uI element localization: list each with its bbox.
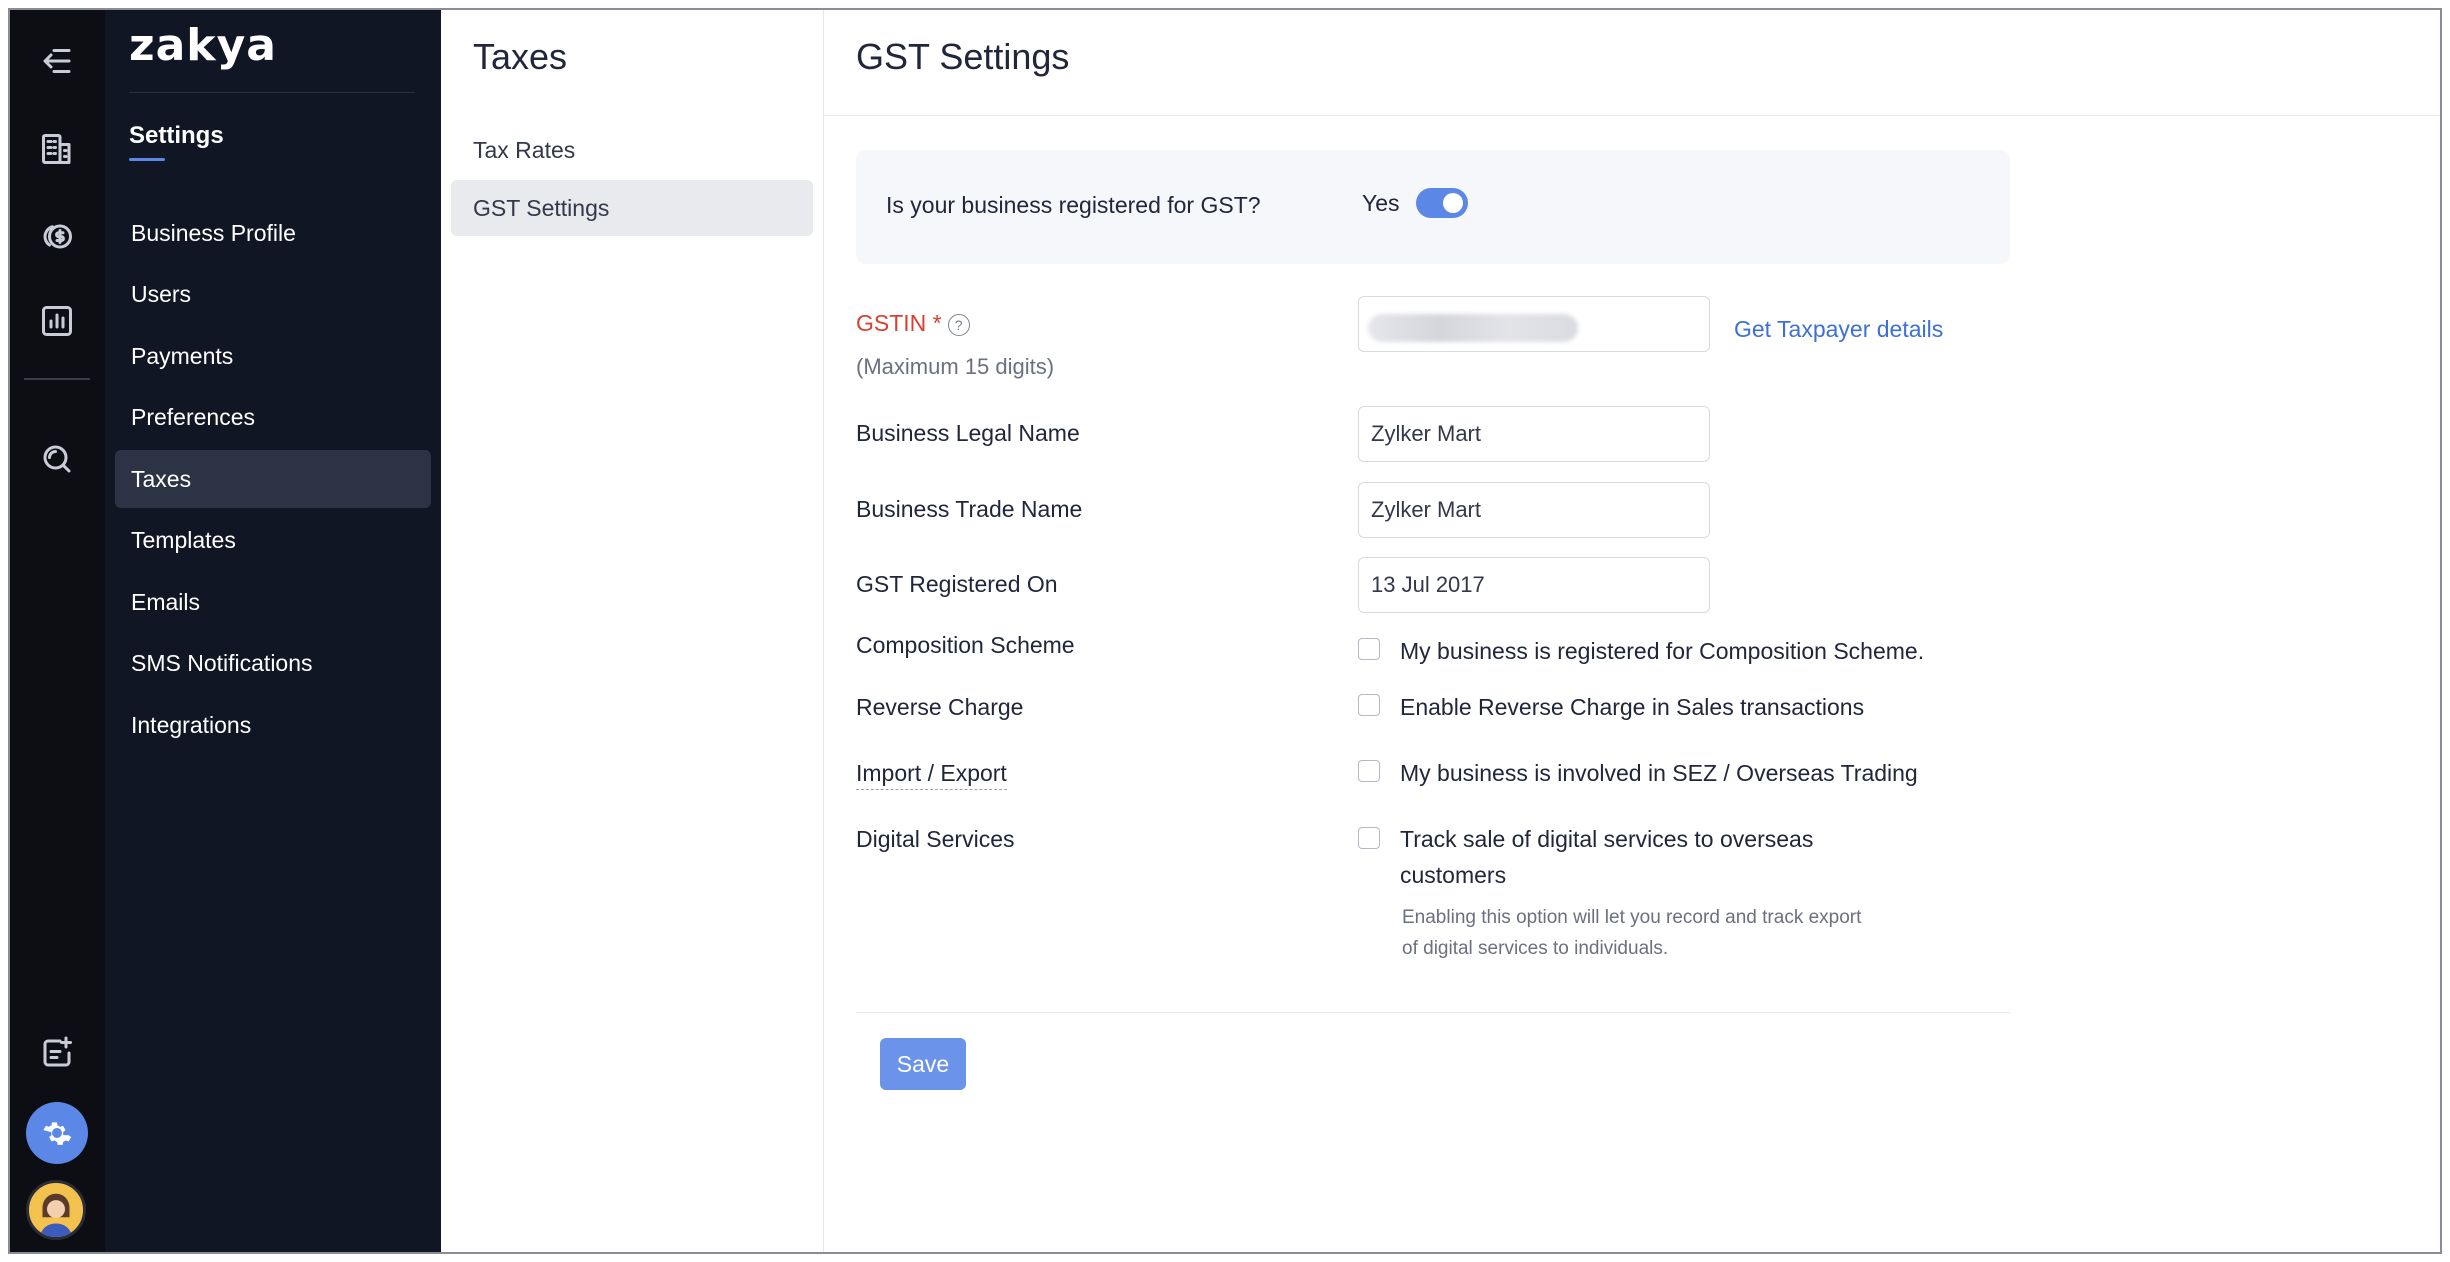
icon-rail xyxy=(10,10,105,1252)
legal-name-label: Business Legal Name xyxy=(856,420,1080,446)
trade-name-label: Business Trade Name xyxy=(856,496,1083,522)
composition-scheme-label: Composition Scheme xyxy=(856,632,1075,658)
import-export-label: Import / Export xyxy=(856,760,1007,790)
sidebar-item-templates[interactable]: Templates xyxy=(115,512,431,570)
gstin-hint: (Maximum 15 digits) xyxy=(856,354,1055,379)
compose-icon[interactable] xyxy=(26,1022,88,1084)
sidebar-item-business-profile[interactable]: Business Profile xyxy=(115,204,431,262)
subnav-title: Taxes xyxy=(473,36,568,77)
trade-name-input[interactable] xyxy=(1358,482,1710,538)
sidebar-item-taxes[interactable]: Taxes xyxy=(115,450,431,508)
subnav-item-tax-rates[interactable]: Tax Rates xyxy=(451,122,813,178)
collapse-menu-icon[interactable] xyxy=(26,30,88,92)
sidebar-menu: Business Profile Users Payments Preferen… xyxy=(115,204,431,758)
sidebar-item-emails[interactable]: Emails xyxy=(115,573,431,631)
app-window: zakya Settings Business Profile Users Pa… xyxy=(8,8,2442,1254)
user-avatar[interactable] xyxy=(26,1180,86,1240)
registered-on-label: GST Registered On xyxy=(856,571,1058,597)
rail-divider xyxy=(24,378,90,380)
gstin-label-text: GSTIN * xyxy=(856,310,942,336)
import-export-option: My business is involved in SEZ / Oversea… xyxy=(1400,760,1918,786)
digital-services-option-line2: customers xyxy=(1400,862,1507,888)
coin-stack-icon[interactable] xyxy=(26,204,88,266)
get-taxpayer-details-link[interactable]: Get Taxpayer details xyxy=(1734,316,1943,343)
digital-services-help-line1: Enabling this option will let you record… xyxy=(1402,907,1862,928)
digital-services-checkbox[interactable] xyxy=(1358,827,1380,849)
chart-icon[interactable] xyxy=(26,290,88,352)
main-content: GST Settings Is your business registered… xyxy=(824,10,2440,1252)
footer-divider xyxy=(856,1012,2010,1013)
settings-sidebar: zakya Settings Business Profile Users Pa… xyxy=(105,10,441,1252)
import-export-checkbox[interactable] xyxy=(1358,760,1380,782)
building-icon[interactable] xyxy=(26,118,88,180)
gst-registered-toggle[interactable] xyxy=(1416,188,1468,218)
toggle-knob xyxy=(1443,193,1463,213)
composition-scheme-checkbox[interactable] xyxy=(1358,638,1380,660)
gst-registration-card: Is your business registered for GST? Yes xyxy=(856,150,2010,264)
taxes-subnav: Taxes Tax Rates GST Settings xyxy=(441,10,824,1252)
subnav-item-gst-settings[interactable]: GST Settings xyxy=(451,180,813,236)
logo-divider xyxy=(129,92,415,93)
digital-services-help-line2: of digital services to individuals. xyxy=(1402,938,1669,959)
sidebar-title: Settings xyxy=(129,122,224,149)
brand-logo: zakya xyxy=(129,20,277,71)
sidebar-item-payments[interactable]: Payments xyxy=(115,327,431,385)
digital-services-label: Digital Services xyxy=(856,826,1015,852)
import-export-label-text[interactable]: Import / Export xyxy=(856,760,1007,790)
page-title: GST Settings xyxy=(856,36,1070,77)
search-icon[interactable] xyxy=(26,428,88,490)
gstin-redacted-value xyxy=(1368,314,1578,342)
sidebar-item-users[interactable]: Users xyxy=(115,266,431,324)
sidebar-item-integrations[interactable]: Integrations xyxy=(115,696,431,754)
legal-name-input[interactable] xyxy=(1358,406,1710,462)
subnav-menu: Tax Rates GST Settings xyxy=(451,122,813,238)
gst-registered-answer: Yes xyxy=(1362,190,1400,216)
reverse-charge-checkbox[interactable] xyxy=(1358,694,1380,716)
digital-services-option-line1: Track sale of digital services to overse… xyxy=(1400,826,1814,852)
gear-icon[interactable] xyxy=(26,1102,88,1164)
composition-scheme-option: My business is registered for Compositio… xyxy=(1400,638,1925,664)
registered-on-date-input[interactable] xyxy=(1358,557,1710,613)
sidebar-item-sms-notifications[interactable]: SMS Notifications xyxy=(115,635,431,693)
gst-registered-question: Is your business registered for GST? xyxy=(886,192,1261,218)
sidebar-item-preferences[interactable]: Preferences xyxy=(115,389,431,447)
reverse-charge-option: Enable Reverse Charge in Sales transacti… xyxy=(1400,694,1865,720)
save-button[interactable]: Save xyxy=(880,1038,966,1090)
sidebar-title-underline xyxy=(129,158,165,161)
reverse-charge-label: Reverse Charge xyxy=(856,694,1024,720)
gstin-label: GSTIN *? xyxy=(856,310,970,337)
help-icon[interactable]: ? xyxy=(947,313,970,336)
